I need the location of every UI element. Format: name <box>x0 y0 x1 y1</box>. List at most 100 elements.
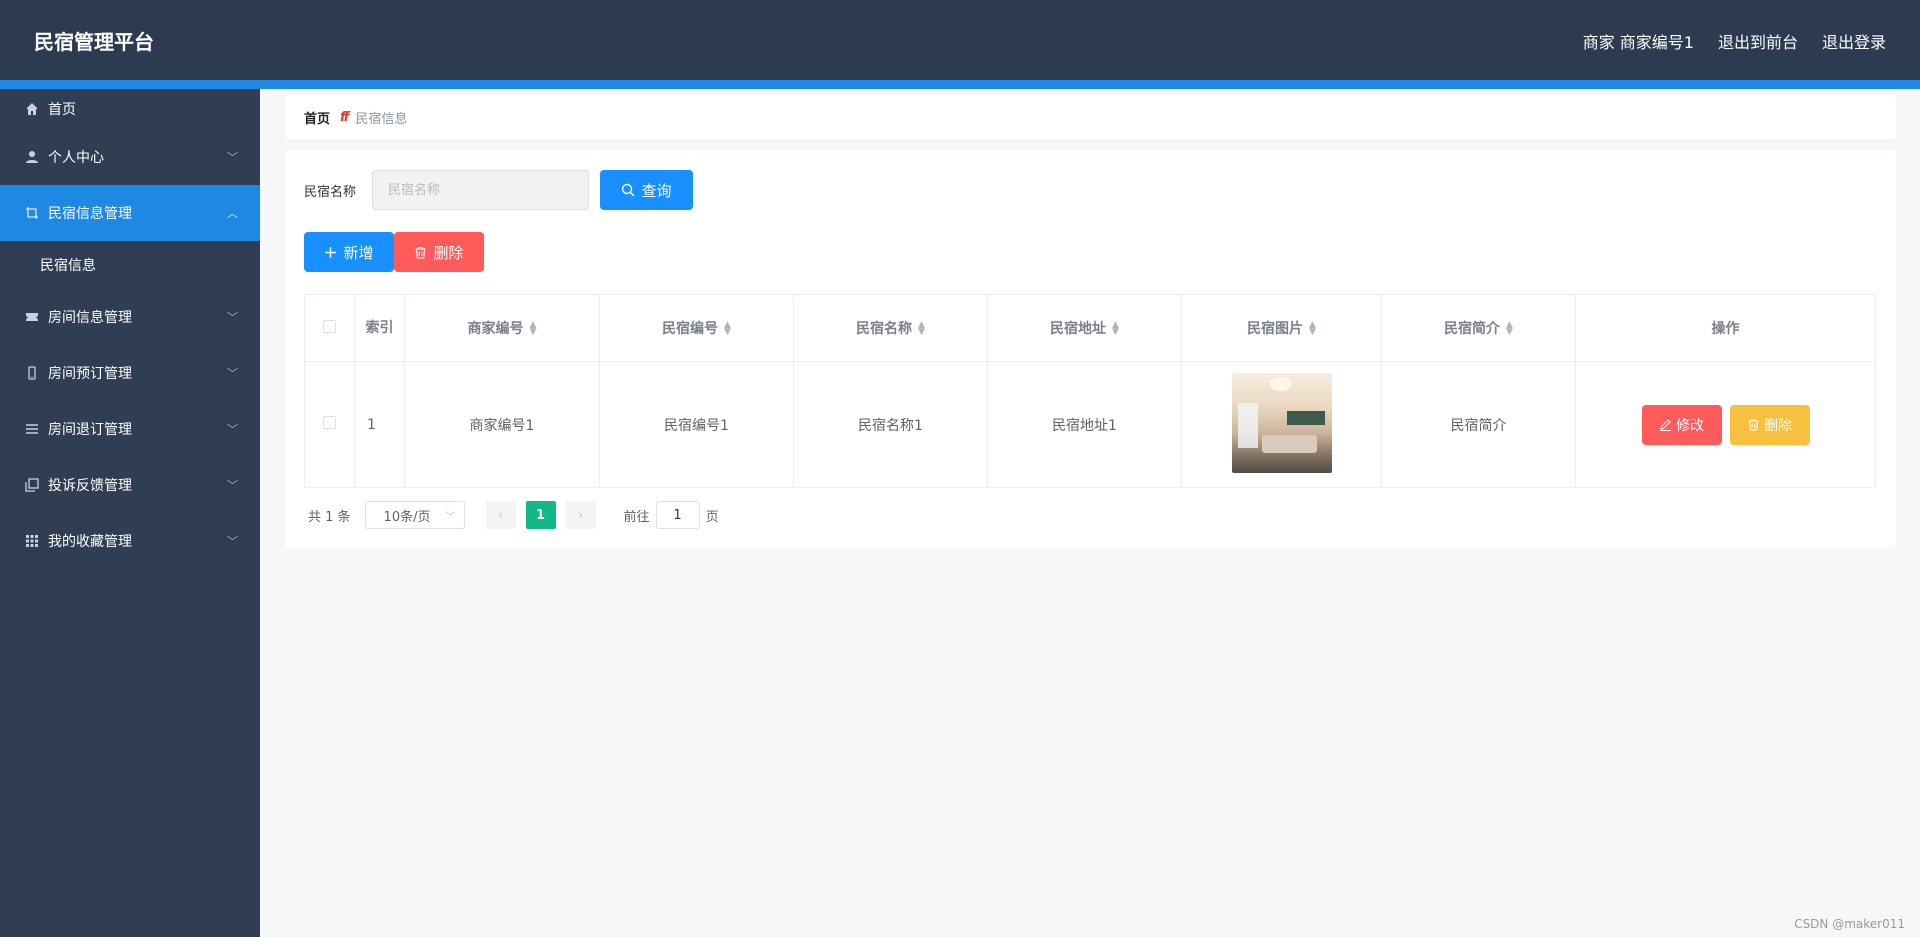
sidebar-item-room-management[interactable]: 房间信息管理 ﹀ <box>0 289 260 345</box>
pagination-total: 共 1 条 <box>308 509 351 525</box>
column-header-index: 索引 <box>354 294 405 362</box>
sidebar-item-label: 首页 <box>48 102 76 118</box>
header-accent-bar <box>0 80 1920 89</box>
crop-icon <box>24 205 40 221</box>
plus-icon <box>325 246 337 258</box>
main-panel: 民宿名称 查询 新增 删除 索引 商家编号▲▼ 民宿编号▲▼ 民宿名称▲▼ 民宿… <box>285 150 1896 548</box>
watermark: CSDN @maker011 <box>1794 917 1905 931</box>
ticket-icon <box>24 309 40 325</box>
chevron-down-icon: ﹀ <box>227 535 238 548</box>
exit-to-front-link[interactable]: 退出到前台 <box>1718 29 1798 53</box>
table-row: 1 商家编号1 民宿编号1 民宿名称1 民宿地址1 民宿简介 修改 删除 <box>304 361 1876 488</box>
sidebar-item-label: 房间退订管理 <box>48 422 132 438</box>
trash-icon <box>1748 418 1759 431</box>
row-checkbox[interactable] <box>323 416 336 429</box>
sidebar-item-label: 房间预订管理 <box>48 366 132 382</box>
homestay-name-search-input[interactable] <box>372 170 589 210</box>
home-icon <box>24 101 40 117</box>
homestay-table: 索引 商家编号 ▲ ▼ 民宿编号 ▲ ▼ 民宿名称 ▲ ▼ 民宿地址 ▲ ▼ 民宿图片 ▲ ▼ 民宿… <box>304 294 1876 488</box>
sidebar-item-room-cancellation[interactable]: 房间退订管理 ﹀ <box>0 401 260 457</box>
batch-delete-button[interactable]: 删除 <box>394 232 484 272</box>
page-suffix-label: 页 <box>705 509 719 525</box>
delete-button-label: 删除 <box>433 243 464 262</box>
sidebar-item-label: 投诉反馈管理 <box>48 478 132 494</box>
column-header-actions: 操作 <box>1575 294 1876 362</box>
app-title: 民宿管理平台 <box>34 30 154 54</box>
add-button-label: 新增 <box>343 243 374 262</box>
sidebar-item-label: 民宿信息 <box>40 258 96 274</box>
search-icon <box>622 183 635 197</box>
edit-button-label: 修改 <box>1676 417 1704 434</box>
sort-icon[interactable]: ▲ ▼ <box>530 321 537 337</box>
menu-icon <box>24 421 40 437</box>
column-header-name[interactable]: 民宿名称 ▲ ▼ <box>793 294 988 362</box>
row-select-cell <box>304 361 355 488</box>
add-button[interactable]: 新增 <box>304 232 394 272</box>
select-all-cell <box>304 294 355 362</box>
cell-homestay-no: 民宿编号1 <box>599 361 794 488</box>
sort-icon[interactable]: ▲ ▼ <box>1506 321 1513 337</box>
cell-image <box>1181 361 1382 488</box>
chevron-down-icon: ﹀ <box>227 423 238 436</box>
phone-icon <box>24 365 40 381</box>
pagination: 共 1 条 10条/页 ﹀ ‹ 1 › 前往 1 页 <box>304 501 719 529</box>
sidebar-item-label: 房间信息管理 <box>48 310 132 326</box>
sort-icon[interactable]: ▲ ▼ <box>1309 321 1316 337</box>
column-header-merchant-no[interactable]: 商家编号 ▲ ▼ <box>404 294 600 362</box>
sidebar-item-label: 我的收藏管理 <box>48 534 132 550</box>
cell-name: 民宿名称1 <box>793 361 988 488</box>
sidebar-item-complaint-feedback[interactable]: 投诉反馈管理 ﹀ <box>0 457 260 513</box>
prev-page-button[interactable]: ‹ <box>485 501 516 529</box>
column-header-address[interactable]: 民宿地址 ▲ ▼ <box>987 294 1182 362</box>
sidebar-item-label: 民宿信息管理 <box>48 206 132 222</box>
sort-icon[interactable]: ▲ ▼ <box>724 321 731 337</box>
search-label: 民宿名称 <box>304 185 357 200</box>
row-delete-button[interactable]: 删除 <box>1729 404 1810 445</box>
goto-label: 前往 <box>623 509 650 525</box>
user-icon <box>24 149 40 165</box>
sidebar-item-label: 个人中心 <box>48 150 104 166</box>
chevron-down-icon: ﹀ <box>227 151 238 164</box>
logout-link[interactable]: 退出登录 <box>1822 29 1886 53</box>
cell-intro: 民宿简介 <box>1381 361 1576 488</box>
column-header-intro[interactable]: 民宿简介 ▲ ▼ <box>1381 294 1576 362</box>
sidebar-item-personal-center[interactable]: 个人中心 ﹀ <box>0 129 260 185</box>
edit-icon <box>1660 419 1671 431</box>
column-header-image[interactable]: 民宿图片 ▲ ▼ <box>1181 294 1382 362</box>
breadcrumb-separator-icon: ff <box>340 109 349 125</box>
trash-icon <box>415 246 426 259</box>
select-all-checkbox[interactable] <box>323 319 336 333</box>
page-number-current[interactable]: 1 <box>525 501 556 529</box>
sidebar-item-home[interactable]: 首页 <box>0 89 260 129</box>
sidebar-subitem-homestay-info[interactable]: 民宿信息 <box>0 241 260 289</box>
row-delete-button-label: 删除 <box>1764 417 1792 434</box>
chevron-down-icon: ﹀ <box>445 511 456 523</box>
sidebar: 首页 个人中心 ﹀ 民宿信息管理 ︿ 民宿信息 房间信息管理 ﹀ 房间预订管理 … <box>0 89 260 937</box>
cell-address: 民宿地址1 <box>987 361 1182 488</box>
breadcrumb-current: 民宿信息 <box>355 111 408 127</box>
chevron-down-icon: ﹀ <box>227 479 238 492</box>
breadcrumb-home[interactable]: 首页 <box>304 108 330 127</box>
sidebar-item-homestay-management[interactable]: 民宿信息管理 ︿ <box>0 185 260 241</box>
chevron-down-icon: ﹀ <box>227 311 238 324</box>
goto-page-input[interactable]: 1 <box>655 501 700 529</box>
row-index: 1 <box>354 361 405 488</box>
sort-icon[interactable]: ▲ ▼ <box>918 321 925 337</box>
edit-button[interactable]: 修改 <box>1641 404 1722 445</box>
homestay-thumbnail[interactable] <box>1231 372 1332 473</box>
next-page-button[interactable]: › <box>565 501 596 529</box>
copy-icon <box>24 477 40 493</box>
top-header: 民宿管理平台 商家 商家编号1 退出到前台 退出登录 <box>0 0 1920 80</box>
cell-actions: 修改 删除 <box>1575 361 1876 488</box>
table-header-row: 索引 商家编号 ▲ ▼ 民宿编号 ▲ ▼ 民宿名称 ▲ ▼ 民宿地址 ▲ ▼ 民宿图片 ▲ ▼ 民宿… <box>304 294 1876 362</box>
current-user-label: 商家 商家编号1 <box>1582 33 1694 52</box>
sort-icon[interactable]: ▲ ▼ <box>1112 321 1119 337</box>
grid-icon <box>24 533 40 549</box>
chevron-up-icon: ︿ <box>227 207 238 220</box>
page-size-select[interactable]: 10条/页 ﹀ <box>364 501 465 529</box>
sidebar-item-favorites[interactable]: 我的收藏管理 ﹀ <box>0 513 260 569</box>
column-header-homestay-no[interactable]: 民宿编号 ▲ ▼ <box>599 294 794 362</box>
sidebar-item-room-booking[interactable]: 房间预订管理 ﹀ <box>0 345 260 401</box>
cell-merchant-no: 商家编号1 <box>404 361 600 488</box>
query-button[interactable]: 查询 <box>600 170 693 210</box>
